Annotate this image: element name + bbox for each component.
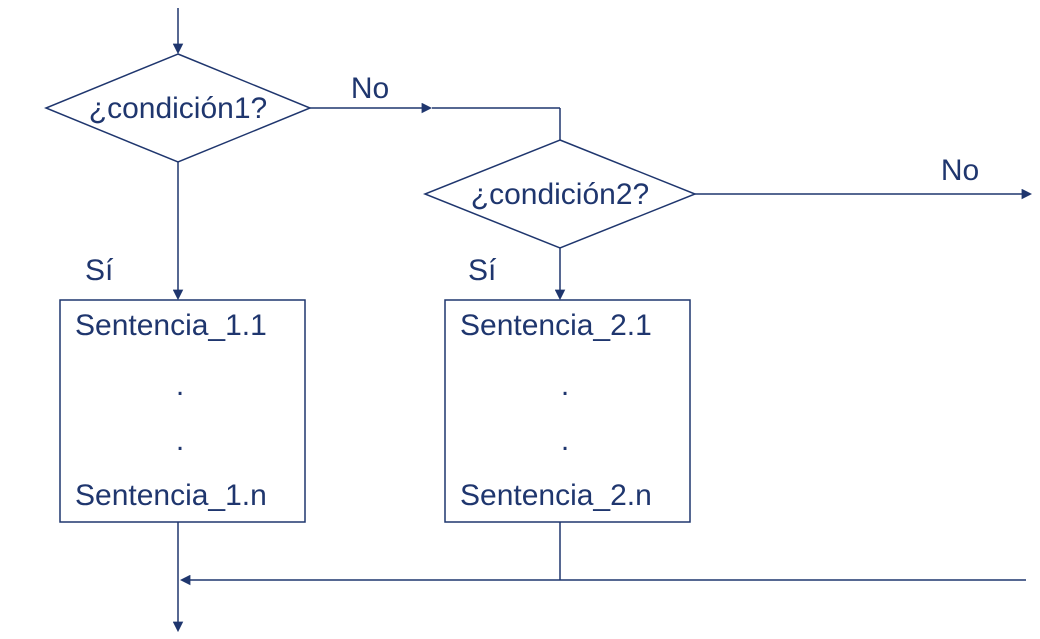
decision2-label: ¿condición2?	[471, 178, 649, 211]
yes2-label: Sí	[468, 254, 497, 287]
yes1-label: Sí	[85, 254, 114, 287]
block2-line2: Sentencia_2.n	[460, 479, 652, 512]
block1-dot2: .	[176, 424, 184, 457]
flowchart-diagram: ¿condición1? No Sí ¿condición2? No Sí Se…	[0, 0, 1040, 639]
block1-dot1: .	[176, 369, 184, 402]
no2-label: No	[941, 154, 979, 187]
block2-dot1: .	[561, 369, 569, 402]
no1-label: No	[351, 72, 389, 105]
block2-dot2: .	[561, 424, 569, 457]
block2-line1: Sentencia_2.1	[460, 309, 652, 342]
block1-line2: Sentencia_1.n	[75, 479, 267, 512]
block1-line1: Sentencia_1.1	[75, 309, 267, 342]
decision1-label: ¿condición1?	[89, 92, 267, 125]
